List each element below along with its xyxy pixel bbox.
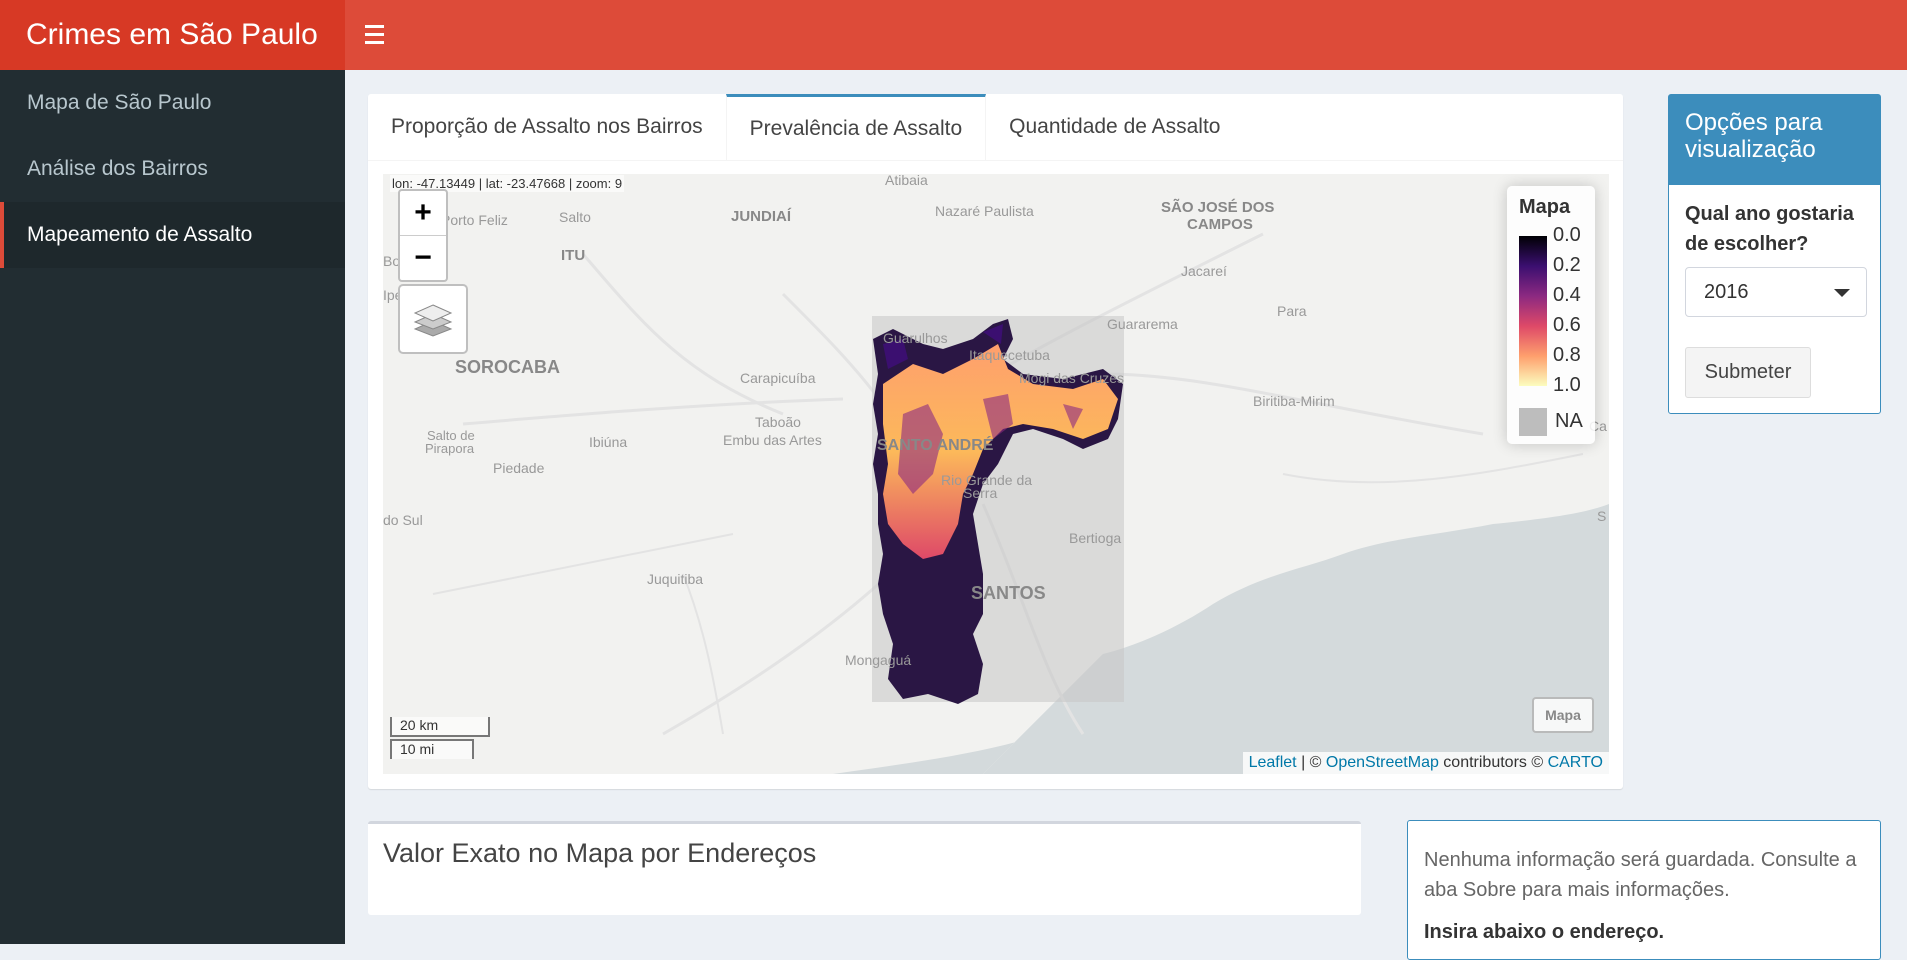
place-label: ITU	[561, 247, 585, 264]
tab-bar: Proporção de Assalto nos Bairros Prevalê…	[368, 94, 1623, 161]
tab-quantidade[interactable]: Quantidade de Assalto	[986, 94, 1243, 160]
legend-tick: 0.8	[1553, 344, 1581, 366]
year-question-label: Qual ano gostaria de escolher?	[1685, 203, 1854, 255]
options-title: Opções para visualização	[1669, 95, 1880, 185]
place-label: Salto	[559, 209, 591, 225]
legend-title: Mapa	[1519, 196, 1571, 218]
legend-na-label: NA	[1555, 410, 1583, 432]
attribution-text: contributors ©	[1438, 754, 1548, 771]
leaflet-map[interactable]: Atibaia Porto Feliz Salto JUNDIAÍ Nazaré…	[383, 174, 1609, 774]
legend-tick: 0.0	[1553, 224, 1581, 246]
tab-proporcao[interactable]: Proporção de Assalto nos Bairros	[368, 94, 726, 160]
legend-tick: 1.0	[1553, 374, 1581, 396]
legend-tick: 0.6	[1553, 314, 1581, 336]
scale-bar: 20 km 10 mi	[390, 717, 490, 759]
legend-na-swatch	[1519, 408, 1547, 436]
place-label: SANTO ANDRÉ	[877, 435, 994, 454]
map-legend: Mapa 0.0 0.2 0.4 0.6 0.8 1.0 NA	[1507, 186, 1595, 444]
place-label: CAMPOS	[1187, 216, 1253, 233]
place-label: SOROCABA	[455, 357, 560, 377]
place-label: SÃO JOSÉ DOS	[1161, 198, 1274, 216]
carto-link[interactable]: CARTO	[1548, 754, 1603, 771]
place-label: Nazaré Paulista	[935, 203, 1034, 219]
place-label: Carapicuíba	[740, 370, 816, 386]
address-box: Valor Exato no Mapa por Endereços	[368, 821, 1361, 915]
place-label: Taboão	[755, 414, 801, 430]
place-label: Mongaguá	[845, 652, 911, 668]
caret-down-icon	[1834, 289, 1850, 297]
place-label: Embu das Artes	[723, 432, 822, 448]
place-label: Ibiúna	[589, 434, 627, 450]
layers-button[interactable]	[398, 284, 468, 354]
tab-box: Proporção de Assalto nos Bairros Prevalê…	[368, 94, 1623, 789]
address-box-title: Valor Exato no Mapa por Endereços	[383, 838, 817, 868]
submit-button[interactable]: Submeter	[1685, 347, 1811, 398]
tab-prevalencia[interactable]: Prevalência de Assalto	[725, 94, 987, 160]
place-label: Jacareí	[1181, 263, 1227, 279]
layers-icon	[413, 304, 453, 337]
top-navbar	[345, 0, 1907, 70]
year-select[interactable]: 2016	[1685, 267, 1867, 317]
place-label: Para	[1277, 303, 1307, 319]
sidebar-item-analise-bairros[interactable]: Análise dos Bairros	[0, 136, 345, 202]
place-label: Serra	[963, 485, 997, 501]
hamburger-icon[interactable]	[365, 20, 395, 50]
place-label: S	[1597, 508, 1606, 524]
zoom-in-button[interactable]: +	[400, 191, 446, 236]
place-label: Pirapora	[425, 441, 475, 456]
place-label: Piedade	[493, 460, 545, 476]
place-label: JUNDIAÍ	[731, 208, 792, 225]
place-label: Itaquecetuba	[969, 347, 1050, 363]
place-label: Porto Feliz	[441, 212, 508, 228]
year-select-value: 2016	[1704, 280, 1749, 303]
info-instruction: Insira abaixo o endereço.	[1424, 921, 1665, 943]
place-label: Bertioga	[1069, 530, 1121, 546]
scale-km: 20 km	[390, 717, 490, 737]
place-label: do Sul	[383, 512, 423, 528]
place-label: Mogi das Cruzes	[1019, 370, 1124, 386]
map-attribution: Leaflet | © OpenStreetMap contributors ©…	[1242, 752, 1609, 774]
legend-tick: 0.2	[1553, 254, 1581, 276]
sidebar-item-mapeamento-assalto[interactable]: Mapeamento de Assalto	[0, 202, 345, 268]
place-label: Guarulhos	[883, 330, 948, 346]
info-box: Nenhuma informação será guardada. Consul…	[1407, 820, 1881, 960]
app-title[interactable]: Crimes em São Paulo	[0, 0, 345, 70]
options-box: Opções para visualização Qual ano gostar…	[1668, 94, 1881, 414]
place-label: Guararema	[1107, 316, 1178, 332]
scale-mi: 10 mi	[390, 739, 474, 759]
leaflet-link[interactable]: Leaflet	[1249, 754, 1297, 771]
place-label: SANTOS	[971, 583, 1046, 603]
place-label: Juquitiba	[647, 571, 703, 587]
zoom-control: + −	[398, 189, 448, 282]
attribution-text: | ©	[1296, 754, 1326, 771]
zoom-out-button[interactable]: −	[400, 236, 446, 280]
sidebar-item-mapa-sao-paulo[interactable]: Mapa de São Paulo	[0, 70, 345, 136]
osm-link[interactable]: OpenStreetMap	[1326, 754, 1439, 771]
legend-colorbar	[1519, 236, 1547, 386]
info-text: Nenhuma informação será guardada. Consul…	[1424, 849, 1857, 901]
legend-tick: 0.4	[1553, 284, 1581, 306]
place-label: Biritiba-Mirim	[1253, 393, 1335, 409]
sidebar: Mapa de São Paulo Análise dos Bairros Ma…	[0, 70, 345, 944]
layer-toggle-button[interactable]: Mapa	[1532, 697, 1594, 733]
place-label: Atibaia	[885, 174, 928, 188]
basemap: Atibaia Porto Feliz Salto JUNDIAÍ Nazaré…	[383, 174, 1609, 774]
